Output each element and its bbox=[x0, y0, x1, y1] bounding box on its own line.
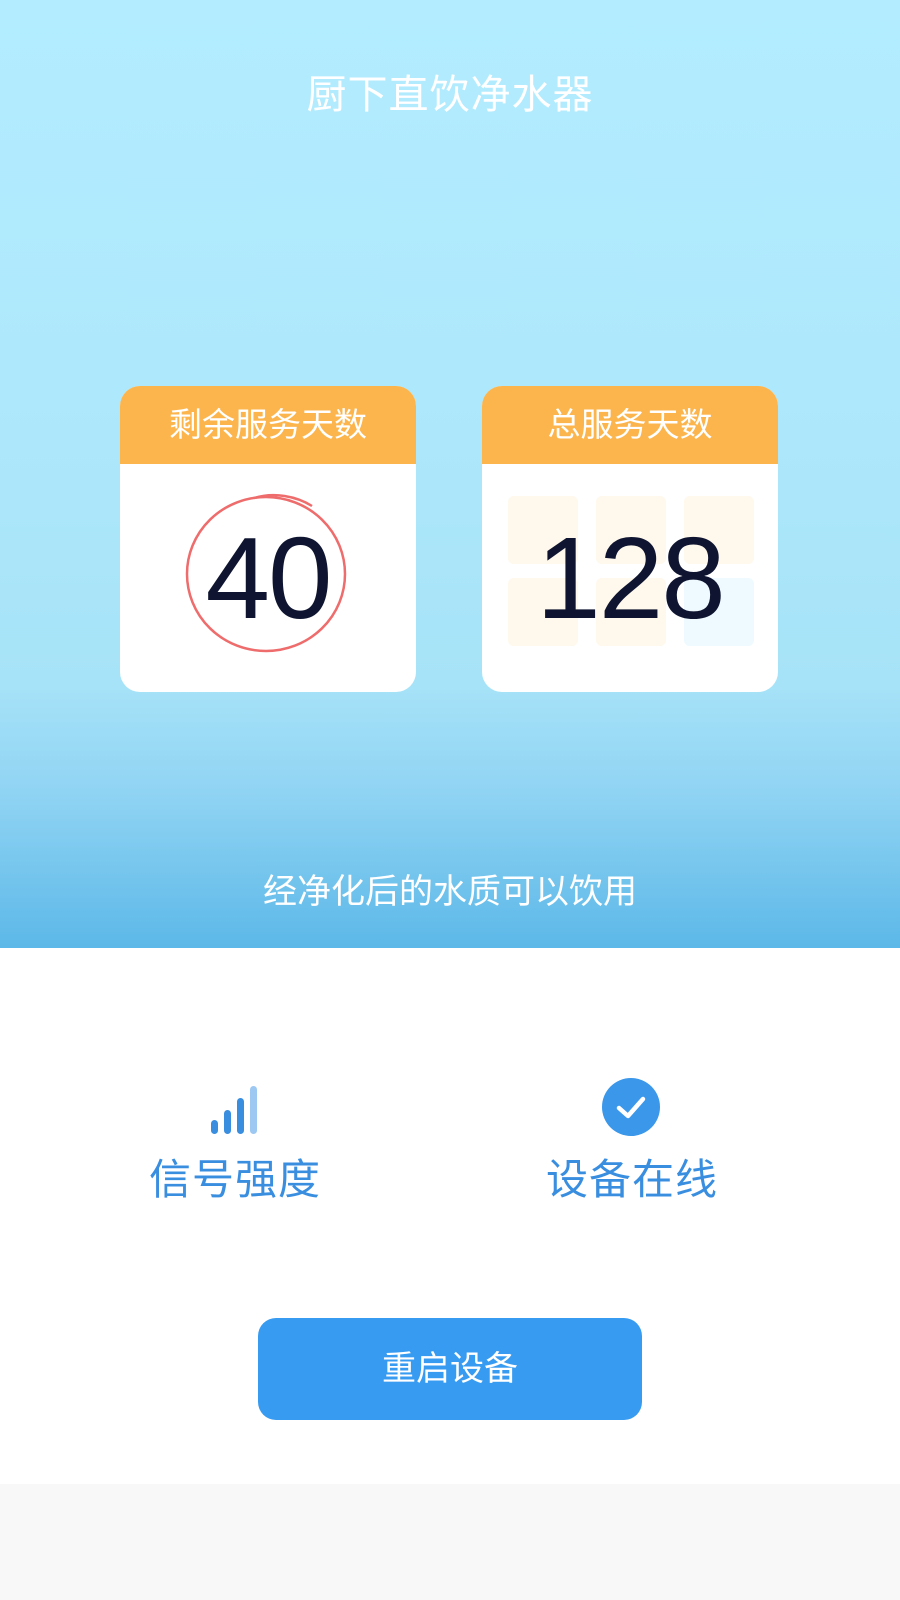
total-days-body: 128 bbox=[482, 464, 778, 692]
footer-area bbox=[0, 1484, 900, 1600]
signal-strength-label: 信号强度 bbox=[148, 1155, 321, 1204]
water-quality-message: 经净化后的水质可以饮用 bbox=[263, 872, 637, 912]
remaining-days-card: 剩余服务天数 40 bbox=[120, 386, 416, 692]
total-days-value: 128 bbox=[536, 513, 726, 643]
total-days-card: 总服务天数 128 bbox=[482, 386, 778, 692]
device-online-status: 设备在线 bbox=[522, 1078, 742, 1207]
signal-strength-status: 信号强度 bbox=[125, 1078, 345, 1207]
device-online-label: 设备在线 bbox=[545, 1155, 718, 1204]
device-status-row: 信号强度 设备在线 bbox=[0, 1078, 900, 1218]
signal-strength-icon bbox=[211, 1086, 257, 1134]
remaining-days-label: 剩余服务天数 bbox=[120, 386, 416, 464]
check-circle-icon bbox=[602, 1078, 660, 1136]
restart-device-button[interactable]: 重启设备 bbox=[258, 1318, 642, 1420]
total-days-label: 总服务天数 bbox=[482, 386, 778, 464]
remaining-days-body: 40 bbox=[120, 464, 416, 692]
remaining-days-value: 40 bbox=[205, 513, 332, 643]
app-title: 厨下直饮净水器 bbox=[306, 72, 594, 118]
hero-panel: 厨下直饮净水器 剩余服务天数 40 总服务天数 128 经净化后的水质可以饮用 bbox=[0, 0, 900, 948]
